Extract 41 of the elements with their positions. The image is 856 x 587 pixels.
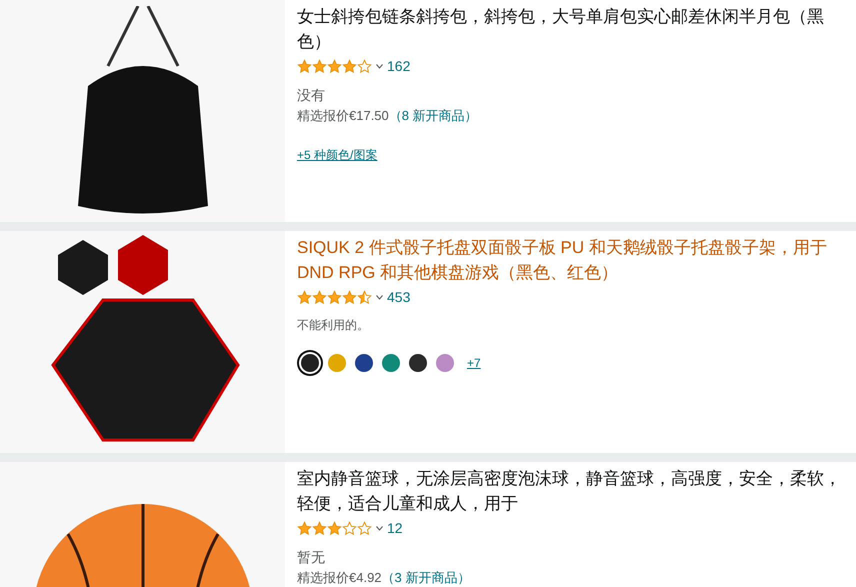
star-icon [327,59,342,74]
star-icon [342,290,357,305]
chevron-down-icon[interactable] [376,295,383,300]
variants-link[interactable]: +5 种颜色/图案 [297,146,852,164]
star-icon [327,290,342,305]
availability-text: 不能利用的。 [297,317,370,334]
chevron-down-icon[interactable] [376,64,383,69]
color-swatch[interactable] [436,354,454,372]
product-title-link[interactable]: 女士斜挎包链条斜挎包，斜挎包，大号单肩包实心邮差休闲半月包（黑色） [297,4,852,54]
product-title-link[interactable]: SIQUK 2 件式骰子托盘双面骰子板 PU 和天鹅绒骰子托盘骰子架，用于 DND RPG 和其他棋盘游戏（黑色、红色） [297,235,852,285]
star-icon [297,290,312,305]
offers-link[interactable]: （3 新开商品） [382,568,470,587]
star-icon [297,59,312,74]
star-icon [342,59,357,74]
product-photo-panel[interactable] [0,231,285,453]
star-rating[interactable] [297,521,372,536]
product-title-link[interactable]: 室内静音篮球，无涂层高密度泡沫球，静音篮球，高强度，安全，柔软，轻便，适合儿童和成人，用于 [297,466,852,516]
review-count-link[interactable]: 12 [387,518,403,539]
star-icon [312,59,327,74]
color-swatch[interactable] [382,354,400,372]
star-icon [312,290,327,305]
star-rating[interactable] [297,290,372,305]
review-count-link[interactable]: 162 [387,56,410,77]
star-icon [327,521,342,536]
availability-text: 暂无 [297,548,326,567]
star-icon [297,521,312,536]
color-swatch[interactable] [355,354,373,372]
price-text: 精选报价€4.92 [297,569,382,587]
price-text: 精选报价€17.50 [297,107,389,125]
star-icon [312,521,327,536]
color-swatch[interactable] [409,354,427,372]
product-photo-panel[interactable] [0,0,285,222]
availability-text: 没有 [297,86,326,105]
offers-link[interactable]: （8 新开商品） [388,106,478,126]
review-count-link[interactable]: 453 [387,287,410,308]
half-star-icon [357,290,372,305]
color-swatch[interactable] [301,354,319,372]
more-colors-link[interactable]: +7 [467,354,481,372]
star-rating[interactable] [297,59,372,74]
color-swatch[interactable] [328,354,346,372]
chevron-down-icon[interactable] [376,526,383,531]
